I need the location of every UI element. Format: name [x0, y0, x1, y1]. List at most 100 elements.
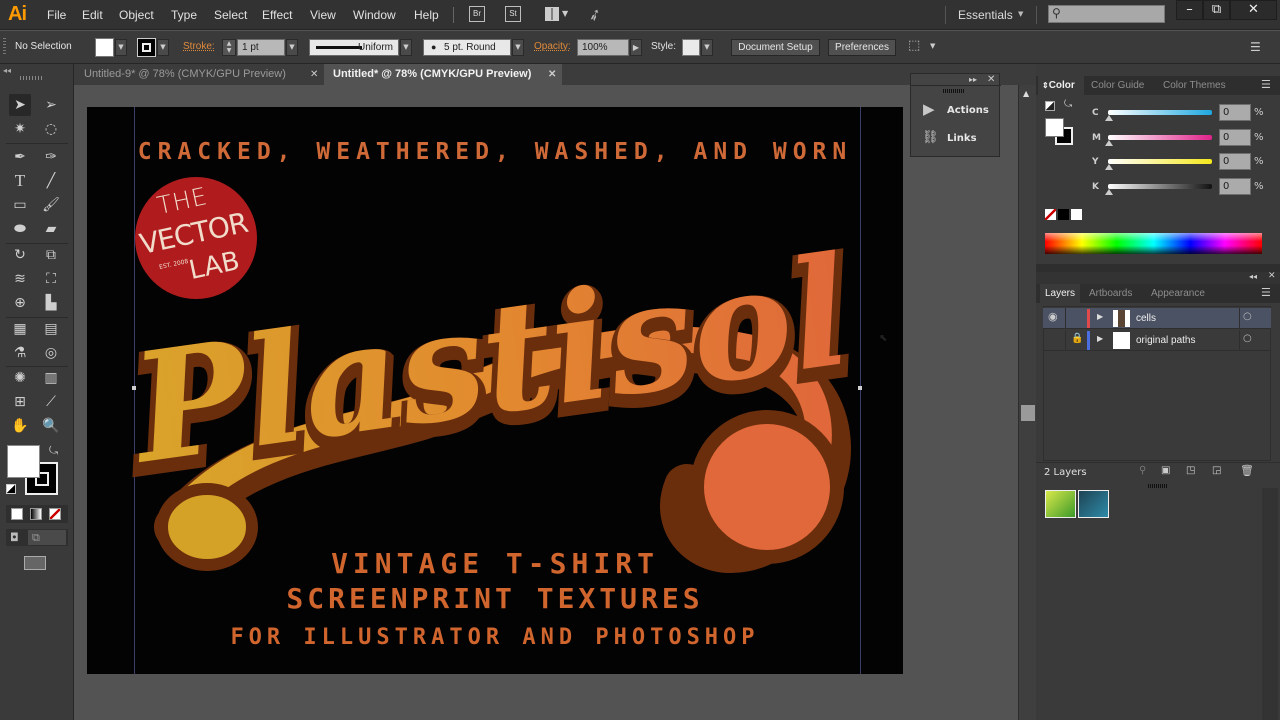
- eraser-tool-icon[interactable]: ▰: [40, 218, 62, 240]
- magic-wand-tool-icon[interactable]: ✷: [9, 118, 31, 140]
- draw-behind-icon[interactable]: ⧉: [28, 530, 66, 545]
- panel-scrollbar[interactable]: [1262, 488, 1278, 720]
- slice-tool-icon[interactable]: ⟋: [40, 391, 62, 413]
- preferences-button[interactable]: Preferences: [828, 39, 896, 56]
- panel-menu-icon[interactable]: ☰: [1250, 40, 1261, 54]
- column-graph-tool-icon[interactable]: ▥: [40, 367, 62, 389]
- profile-dropdown[interactable]: ▼: [400, 39, 412, 56]
- rectangle-tool-icon[interactable]: ▭: [9, 194, 31, 216]
- panel-menu-icon[interactable]: ☰: [1261, 286, 1271, 299]
- black-value-field[interactable]: 0: [1219, 178, 1251, 195]
- opacity-slider-toggle[interactable]: ▶: [630, 39, 642, 56]
- chevron-down-icon[interactable]: ▼: [1018, 10, 1023, 18]
- trash-icon[interactable]: 🗑: [1240, 464, 1254, 477]
- magenta-value-field[interactable]: 0: [1219, 129, 1251, 146]
- chevron-down-icon[interactable]: ▼: [562, 9, 568, 18]
- black-swatch[interactable]: [1058, 209, 1069, 220]
- tab-layers[interactable]: Layers: [1040, 284, 1080, 303]
- paintbrush-tool-icon[interactable]: 🖌: [40, 194, 62, 216]
- default-fill-stroke-icon[interactable]: [1045, 101, 1055, 111]
- screen-mode-icon[interactable]: [24, 556, 46, 570]
- symbol-sprayer-tool-icon[interactable]: ✺: [9, 367, 31, 389]
- chevron-down-icon[interactable]: ▼: [930, 42, 935, 50]
- artboard-tool-icon[interactable]: ⊞: [9, 391, 31, 413]
- scale-tool-icon[interactable]: ⧉: [40, 244, 62, 266]
- close-icon[interactable]: ✕: [548, 64, 556, 85]
- arrange-documents-icon[interactable]: [545, 7, 559, 21]
- pen-tool-icon[interactable]: ✒: [9, 146, 31, 168]
- close-icon[interactable]: ✕: [987, 74, 995, 85]
- menu-select[interactable]: Select: [214, 8, 247, 22]
- restore-button[interactable]: ⧉: [1203, 0, 1230, 20]
- none-mode-icon[interactable]: [49, 508, 61, 520]
- artboard[interactable]: CRACKED, WEATHERED, WASHED, AND WORN THE…: [87, 107, 903, 674]
- target-icon[interactable]: ○: [1243, 333, 1252, 344]
- bridge-icon[interactable]: Br: [469, 6, 485, 22]
- magenta-slider-thumb[interactable]: [1105, 140, 1113, 146]
- selection-tool-icon[interactable]: ➤: [9, 94, 31, 116]
- workspace-switcher[interactable]: Essentials: [958, 8, 1013, 22]
- color-spectrum[interactable]: [1045, 233, 1262, 254]
- stroke-color-dropdown[interactable]: ▼: [157, 39, 169, 56]
- gradient-mode-icon[interactable]: [30, 508, 42, 520]
- collapse-icon[interactable]: ▸▸: [969, 75, 977, 84]
- document-setup-button[interactable]: Document Setup: [731, 39, 820, 56]
- blend-tool-icon[interactable]: ◎: [40, 342, 62, 364]
- library-thumbnail[interactable]: [1045, 490, 1076, 518]
- menu-view[interactable]: View: [310, 8, 336, 22]
- shape-builder-tool-icon[interactable]: ⊕: [9, 292, 31, 314]
- stroke-label[interactable]: Stroke:: [183, 41, 215, 52]
- cyan-slider-thumb[interactable]: [1105, 115, 1113, 121]
- opacity-label[interactable]: Opacity:: [534, 41, 571, 52]
- collapsed-panel-tabs[interactable]: [1036, 264, 1280, 272]
- yellow-slider[interactable]: [1108, 159, 1212, 164]
- tab-untitled-9[interactable]: Untitled-9* @ 78% (CMYK/GPU Preview) ✕: [75, 64, 323, 85]
- lasso-tool-icon[interactable]: ◌: [40, 118, 62, 140]
- yellow-value-field[interactable]: 0: [1219, 153, 1251, 170]
- perspective-grid-tool-icon[interactable]: ▙: [40, 292, 62, 314]
- tab-color-guide[interactable]: Color Guide: [1091, 80, 1144, 91]
- expand-arrow-icon[interactable]: ▶: [1097, 312, 1103, 321]
- select-similar-icon[interactable]: ⬚: [908, 38, 920, 53]
- none-swatch[interactable]: [1045, 209, 1056, 220]
- warp-tool-icon[interactable]: ≋: [9, 268, 31, 290]
- cyan-slider[interactable]: [1108, 110, 1212, 115]
- search-input[interactable]: ⚲: [1048, 5, 1165, 23]
- new-sublayer-icon[interactable]: ◳: [1186, 465, 1195, 476]
- white-swatch[interactable]: [1071, 209, 1082, 220]
- cyan-value-field[interactable]: 0: [1219, 104, 1251, 121]
- actions-item[interactable]: ▶ Actions: [919, 100, 999, 120]
- free-transform-tool-icon[interactable]: ⛶: [40, 268, 62, 290]
- tab-color[interactable]: ⇕Color: [1038, 76, 1084, 95]
- default-colors-icon[interactable]: [6, 484, 16, 494]
- color-mode-icon[interactable]: [11, 508, 23, 520]
- eyedropper-tool-icon[interactable]: ⚗: [9, 342, 31, 364]
- gpu-performance-icon[interactable]: ➶: [585, 3, 604, 25]
- scroll-up-icon[interactable]: ▲: [1023, 89, 1029, 98]
- close-button[interactable]: ✕: [1230, 0, 1277, 20]
- vertical-scrollbar[interactable]: ▲: [1018, 85, 1036, 720]
- collapse-icon[interactable]: ◂◂: [3, 66, 11, 75]
- draw-normal-icon[interactable]: ◘: [10, 531, 24, 544]
- tab-artboards[interactable]: Artboards: [1089, 288, 1132, 299]
- style-dropdown[interactable]: ▼: [701, 39, 713, 56]
- expand-arrow-icon[interactable]: ▶: [1097, 334, 1103, 343]
- minimize-button[interactable]: –: [1176, 0, 1203, 20]
- scrollbar-thumb[interactable]: [1021, 405, 1035, 421]
- graphic-style-swatch[interactable]: [682, 39, 700, 56]
- grip-handle[interactable]: [943, 89, 965, 93]
- menu-edit[interactable]: Edit: [82, 8, 103, 22]
- fill-swatch[interactable]: [95, 38, 114, 57]
- black-slider[interactable]: [1108, 184, 1212, 189]
- layer-name[interactable]: cells: [1136, 313, 1156, 324]
- menu-effect[interactable]: Effect: [262, 8, 292, 22]
- rotate-tool-icon[interactable]: ↻: [9, 244, 31, 266]
- stroke-weight-field[interactable]: 1 pt: [237, 39, 285, 56]
- zoom-tool-icon[interactable]: 🔍: [40, 415, 62, 437]
- magenta-slider[interactable]: [1108, 135, 1212, 140]
- locate-object-icon[interactable]: ⚲: [1139, 465, 1146, 476]
- new-layer-icon[interactable]: ◲: [1212, 465, 1221, 476]
- fill-swatch[interactable]: [1045, 118, 1064, 137]
- tab-color-themes[interactable]: Color Themes: [1163, 80, 1226, 91]
- type-tool-icon[interactable]: T: [9, 170, 31, 192]
